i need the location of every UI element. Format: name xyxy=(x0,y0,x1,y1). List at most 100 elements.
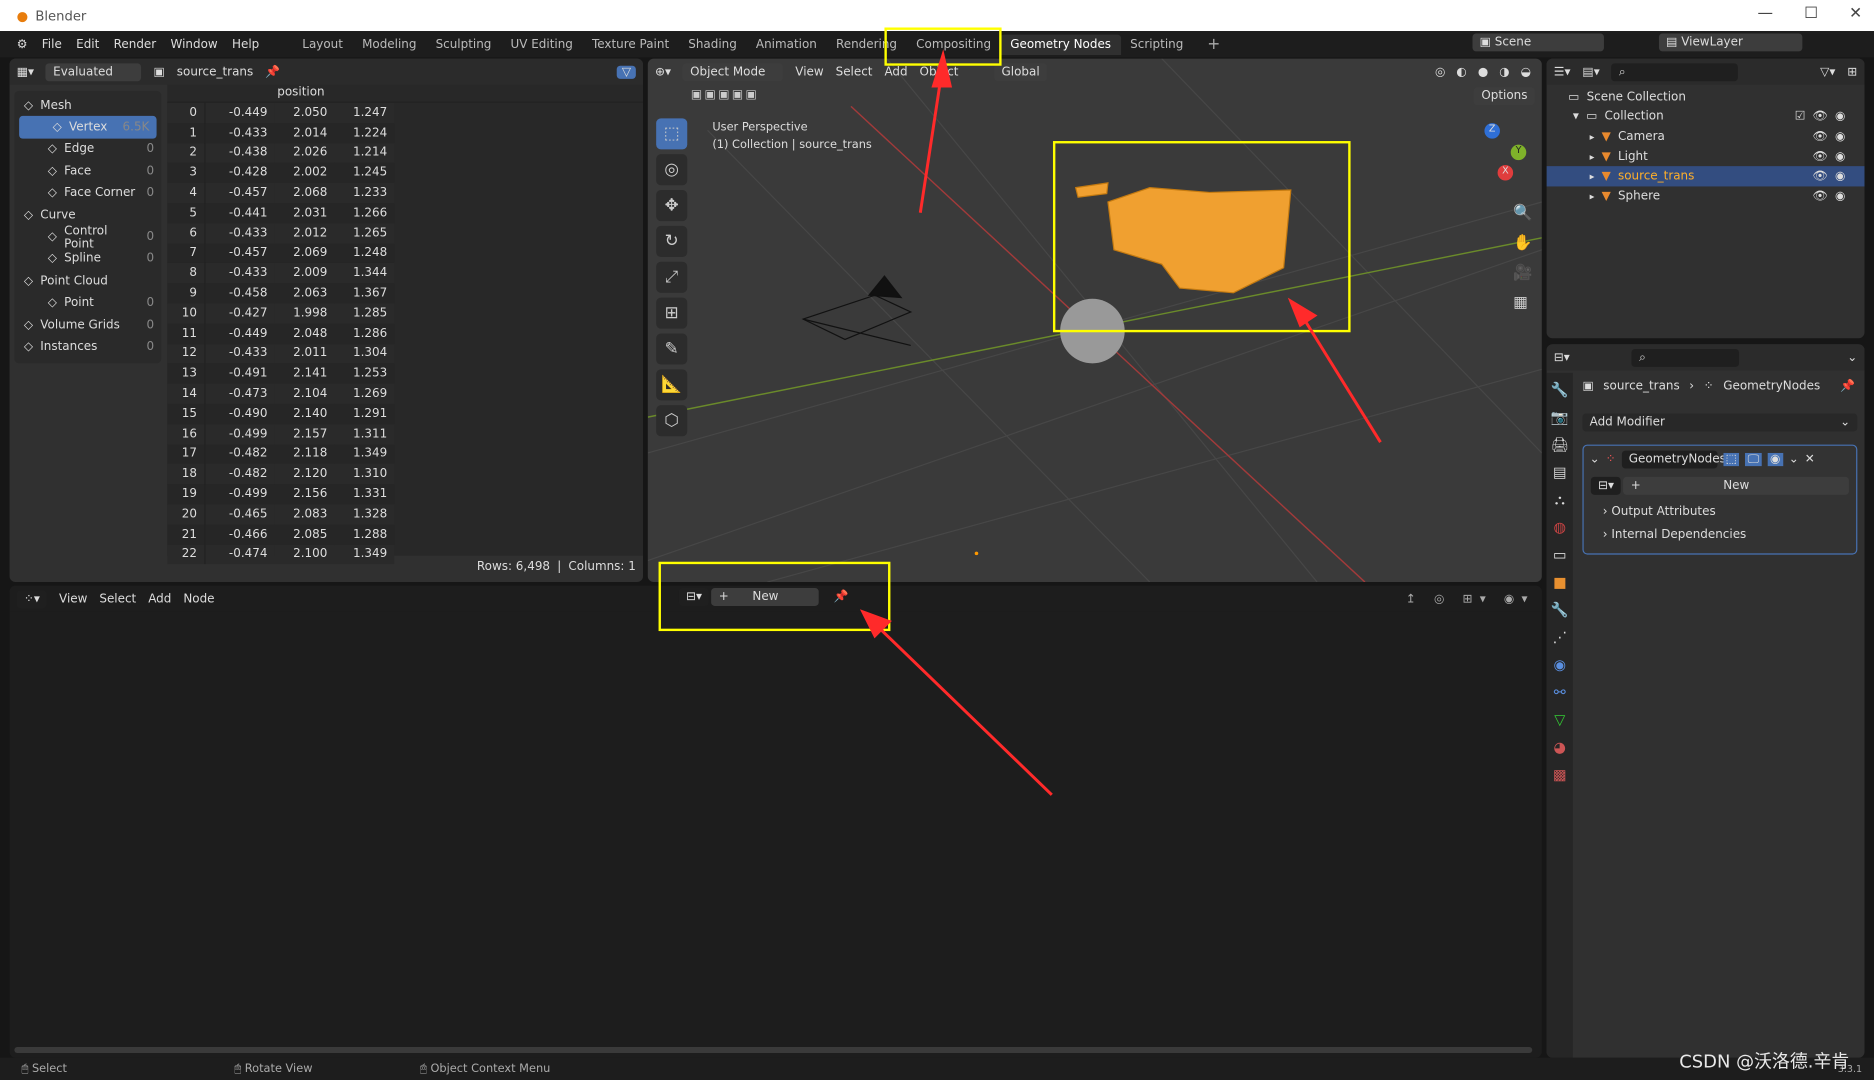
workspace-tab-uv-editing[interactable]: UV Editing xyxy=(501,34,582,54)
domain-item-point[interactable]: ◇ Point 0 xyxy=(14,292,161,314)
physics-tab-icon[interactable]: ◉ xyxy=(1550,656,1569,675)
outliner-search[interactable]: ⌕ xyxy=(1611,62,1739,81)
add-cube-tool[interactable]: ⬡ xyxy=(656,405,688,437)
options-chevron-icon[interactable]: ⌄ xyxy=(1847,351,1857,364)
pan-hand-icon[interactable]: ✋ xyxy=(1513,234,1532,252)
workspace-tab-sculpting[interactable]: Sculpting xyxy=(426,34,501,54)
domain-item-curve[interactable]: ◇ Curve xyxy=(14,204,161,226)
transform-tool[interactable]: ⊞ xyxy=(656,297,688,329)
viewport-menu-view[interactable]: View xyxy=(795,65,823,78)
dropdown-icon[interactable]: ⌄ xyxy=(1789,453,1799,466)
workspace-tab-shading[interactable]: Shading xyxy=(679,34,747,54)
scale-tool[interactable]: ⤢ xyxy=(656,261,688,293)
viewport-menu-object[interactable]: Object xyxy=(920,65,959,78)
editor-type-icon[interactable]: ▦▾ xyxy=(17,65,34,78)
expand-arrow-icon[interactable]: ▾ xyxy=(1573,110,1579,123)
outliner-item-source_trans[interactable]: ▸ ▼ source_trans 👁◉ xyxy=(1546,166,1865,187)
expand-arrow-icon[interactable]: ▸ xyxy=(1590,131,1595,142)
world-tab-icon[interactable]: ◍ xyxy=(1550,519,1569,538)
node-menu-select[interactable]: Select xyxy=(99,592,136,605)
domain-item-control-point[interactable]: ◇ Control Point 0 xyxy=(14,224,161,250)
expand-arrow-icon[interactable]: ▸ xyxy=(1590,151,1595,162)
data-tab-icon[interactable]: ▽ xyxy=(1550,711,1569,730)
domain-item-edge[interactable]: ◇ Edge 0 xyxy=(14,138,161,160)
viewport-toggle[interactable]: 🖵 xyxy=(1745,452,1762,467)
render-tab-icon[interactable]: 📷 xyxy=(1550,409,1569,428)
panel-output-attributes[interactable]: › Output Attributes xyxy=(1584,498,1857,519)
node-editor[interactable]: ⁘▾ View Select Add Node ⊟▾ + New 📌 ↥ ◎ ⊞▾… xyxy=(9,585,1542,1058)
collapse-icon[interactable]: ⌄ xyxy=(1590,453,1600,466)
outliner-item-light[interactable]: ▸ ▼ Light 👁◉ xyxy=(1547,147,1865,167)
move-tool[interactable]: ✥ xyxy=(656,190,688,222)
new-collection-icon[interactable]: ⊞ xyxy=(1847,65,1857,78)
editor-type-icon[interactable]: ☰▾ xyxy=(1554,65,1571,78)
workspace-tab-texture-paint[interactable]: Texture Paint xyxy=(582,34,678,54)
collection-tab-icon[interactable]: ▭ xyxy=(1550,546,1569,565)
menu-edit[interactable]: Edit xyxy=(76,38,99,51)
editmode-toggle[interactable]: ⬚ xyxy=(1723,452,1740,467)
render-toggle[interactable]: ◉ xyxy=(1767,452,1783,467)
selection-mode-buttons[interactable]: ▣▣▣▣▣ xyxy=(691,88,759,101)
visibility-toggles[interactable]: 👁◉ xyxy=(1813,190,1853,203)
node-group-browse[interactable]: ⊟▾ xyxy=(1590,476,1622,495)
cursor-tool[interactable]: ◎ xyxy=(656,154,688,186)
filter-icon[interactable]: ▽▾ xyxy=(1820,65,1835,78)
constraints-tab-icon[interactable]: ⚯ xyxy=(1550,684,1569,703)
expand-arrow-icon[interactable]: ▸ xyxy=(1590,171,1595,182)
pin-icon[interactable]: 📌 xyxy=(1840,380,1855,393)
outliner-item-camera[interactable]: ▸ ▼ Camera 👁◉ xyxy=(1547,127,1865,147)
shading-buttons[interactable]: ◎ ◐ ● ◑ ◒ xyxy=(1435,65,1535,78)
visibility-toggles[interactable]: 👁◉ xyxy=(1813,130,1853,143)
filter-icon[interactable]: ▽ xyxy=(617,65,636,79)
workspace-tab-scripting[interactable]: Scripting xyxy=(1121,34,1193,54)
properties-search[interactable]: ⌕ xyxy=(1631,348,1740,367)
domain-item-spline[interactable]: ◇ Spline 0 xyxy=(14,248,161,270)
workspace-tab-animation[interactable]: Animation xyxy=(746,34,826,54)
editor-type-icon[interactable]: ⊕▾ xyxy=(655,65,671,78)
node-menu-add[interactable]: Add xyxy=(148,592,171,605)
modifier-name-field[interactable]: GeometryNodes xyxy=(1621,450,1726,469)
ortho-grid-icon[interactable]: ▦ xyxy=(1513,294,1532,312)
gizmo-y[interactable]: Y xyxy=(1510,144,1527,161)
new-node-group-button[interactable]: + New xyxy=(1623,476,1849,495)
editor-type-icon[interactable]: ⁘▾ xyxy=(16,589,48,608)
gizmo-z[interactable]: Z xyxy=(1484,123,1500,139)
remove-modifier-icon[interactable]: ✕ xyxy=(1805,453,1815,466)
gizmo-x[interactable]: X xyxy=(1497,164,1514,181)
display-mode-icon[interactable]: ▤▾ xyxy=(1582,65,1599,78)
output-tab-icon[interactable]: 🖨 xyxy=(1550,436,1569,455)
scene-selector[interactable]: ▣ Scene xyxy=(1472,33,1604,52)
annotate-tool[interactable]: ✎ xyxy=(656,333,688,365)
pin-icon[interactable]: 📌 xyxy=(265,65,280,78)
scene-collection-row[interactable]: ▭ Scene Collection xyxy=(1547,87,1865,107)
measure-tool[interactable]: 📐 xyxy=(656,369,688,401)
scene-tab-icon[interactable]: ⛬ xyxy=(1550,491,1569,510)
menu-render[interactable]: Render xyxy=(114,38,157,51)
visibility-toggles[interactable]: 👁◉ xyxy=(1813,170,1853,183)
node-header-tools[interactable]: ↥ ◎ ⊞▾ ◉▾ xyxy=(1406,592,1535,605)
menu-file[interactable]: File xyxy=(42,38,62,51)
evaluation-mode-dropdown[interactable]: Evaluated xyxy=(45,62,142,81)
camera-object[interactable] xyxy=(801,275,913,346)
collection-row[interactable]: ▾ ▭ Collection ☑👁◉ xyxy=(1547,107,1865,127)
domain-item-face-corner[interactable]: ◇ Face Corner 0 xyxy=(14,182,161,204)
viewport-menu-select[interactable]: Select xyxy=(836,65,873,78)
add-modifier-dropdown[interactable]: Add Modifier ⌄ xyxy=(1582,413,1858,432)
domain-item-point-cloud[interactable]: ◇ Point Cloud xyxy=(14,270,161,292)
minimize-button[interactable]: — xyxy=(1757,5,1773,23)
expand-arrow-icon[interactable]: ▸ xyxy=(1590,191,1595,202)
visibility-toggles[interactable]: ☑👁◉ xyxy=(1795,110,1853,123)
maximize-button[interactable]: ☐ xyxy=(1804,5,1818,23)
domain-item-vertex[interactable]: ◇ Vertex 6.5K xyxy=(19,116,157,139)
select-box-tool[interactable]: ⬚ xyxy=(656,118,688,150)
domain-item-volume-grids[interactable]: ◇ Volume Grids 0 xyxy=(14,314,161,336)
material-tab-icon[interactable]: ◕ xyxy=(1550,739,1569,758)
texture-tab-icon[interactable]: ▩ xyxy=(1550,766,1569,785)
domain-item-mesh[interactable]: ◇ Mesh xyxy=(14,94,161,116)
outliner-item-sphere[interactable]: ▸ ▼ Sphere 👁◉ xyxy=(1547,186,1865,206)
close-button[interactable]: ✕ xyxy=(1849,5,1862,23)
visibility-toggles[interactable]: 👁◉ xyxy=(1813,150,1853,163)
horizontal-scrollbar[interactable] xyxy=(14,1046,1533,1053)
particles-tab-icon[interactable]: ⋰ xyxy=(1550,629,1569,648)
blender-menu-icon[interactable]: ⚙ xyxy=(17,38,28,51)
